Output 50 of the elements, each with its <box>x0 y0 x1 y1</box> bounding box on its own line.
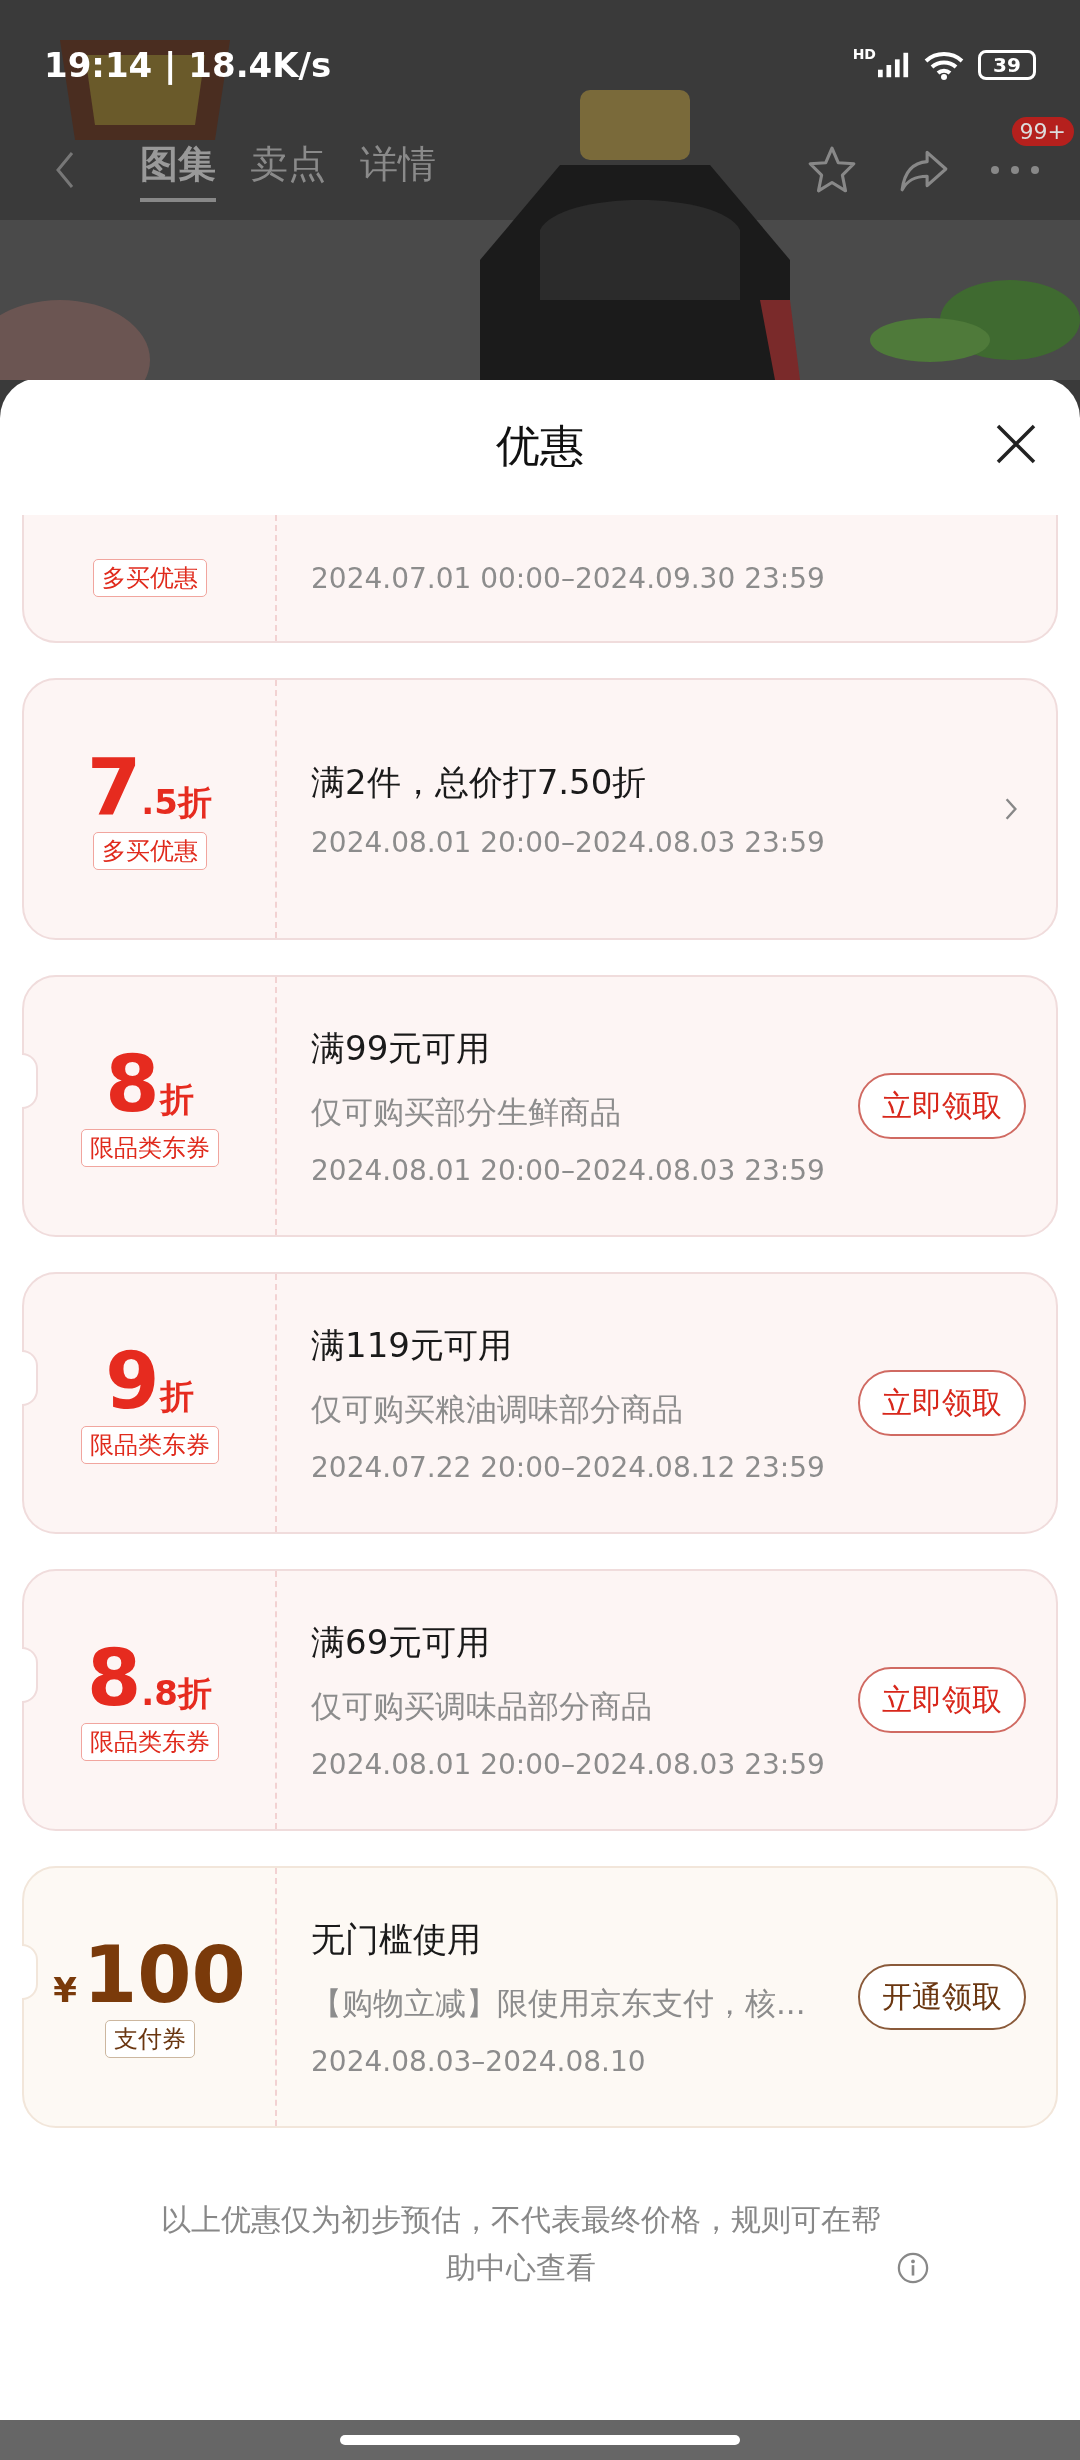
nav-tab[interactable]: 图集 <box>140 138 216 202</box>
validity-date: 2024.07.22 20:00–2024.08.12 23:59 <box>311 1450 826 1484</box>
offer-tag: 支付券 <box>104 2020 195 2058</box>
signal-icon <box>878 52 910 78</box>
wifi-icon <box>924 50 964 80</box>
offer-title: 满119元可用 <box>311 1323 513 1367</box>
currency-symbol: ¥ <box>53 1970 77 2010</box>
discount-amount: 100 <box>82 1936 246 2014</box>
discount-unit: .5折 <box>141 781 212 824</box>
validity-date: 2024.08.01 20:00–2024.08.03 23:59 <box>311 1153 826 1187</box>
status-time: 19:14 | 18.4K/s <box>44 45 332 85</box>
nav-tab[interactable]: 卖点 <box>250 138 326 202</box>
battery-indicator: 39 <box>978 50 1036 80</box>
offer-tag: 限品类东券 <box>80 1723 219 1761</box>
chevron-right-icon[interactable] <box>1004 797 1018 821</box>
offer-title: 满99元可用 <box>311 1026 492 1070</box>
offer-title: 无门槛使用 <box>311 1917 482 1961</box>
offer-description: 【购物立减】限使用京东支付，核... <box>311 1983 807 2023</box>
discount-amount: 8 <box>87 1639 142 1717</box>
offer-description: 仅可购买粮油调味部分商品 <box>311 1389 684 1429</box>
claim-button[interactable]: 立即领取 <box>858 1667 1026 1733</box>
sheet-title: 优惠 <box>496 419 584 473</box>
discount-amount: 8 <box>105 1045 160 1123</box>
network-label: HD <box>852 46 876 62</box>
more-icon[interactable] <box>990 165 1040 175</box>
offer-tag: 多买优惠 <box>92 832 207 870</box>
validity-date: 2024.08.01 20:00–2024.08.03 23:59 <box>311 1747 826 1781</box>
discount-unit: 折 <box>159 1375 194 1418</box>
offer-tag: 限品类东券 <box>80 1426 219 1464</box>
disclaimer-text: 以上优惠仅为初步预估，不代表最终价格，规则可在帮助中心查看 <box>160 2201 882 2287</box>
validity-date: 2024.07.01 00:00–2024.09.30 23:59 <box>311 561 826 595</box>
close-icon[interactable] <box>996 424 1036 464</box>
claim-button[interactable]: 立即领取 <box>858 1370 1026 1436</box>
nav-tab[interactable]: 详情 <box>360 138 436 202</box>
back-icon[interactable] <box>54 150 76 190</box>
info-icon[interactable] <box>897 2252 929 2284</box>
claim-button[interactable]: 开通领取 <box>858 1964 1026 2030</box>
offer-title: 满2件，总价打7.50折 <box>311 760 648 804</box>
validity-date: 2024.08.01 20:00–2024.08.03 23:59 <box>311 825 826 859</box>
offer-tag: 多买优惠 <box>92 559 207 597</box>
claim-button[interactable]: 立即领取 <box>858 1073 1026 1139</box>
validity-date: 2024.08.03–2024.08.10 <box>311 2044 647 2078</box>
offer-title: 满69元可用 <box>311 1620 492 1664</box>
discount-unit: .8折 <box>141 1672 212 1715</box>
offer-description: 仅可购买调味品部分商品 <box>311 1686 653 1726</box>
offer-description: 仅可购买部分生鲜商品 <box>311 1092 622 1132</box>
discount-unit: 折 <box>159 1078 194 1121</box>
offer-tag: 限品类东券 <box>80 1129 219 1167</box>
discount-amount: 9 <box>105 1342 160 1420</box>
discount-amount: 7 <box>87 748 142 826</box>
